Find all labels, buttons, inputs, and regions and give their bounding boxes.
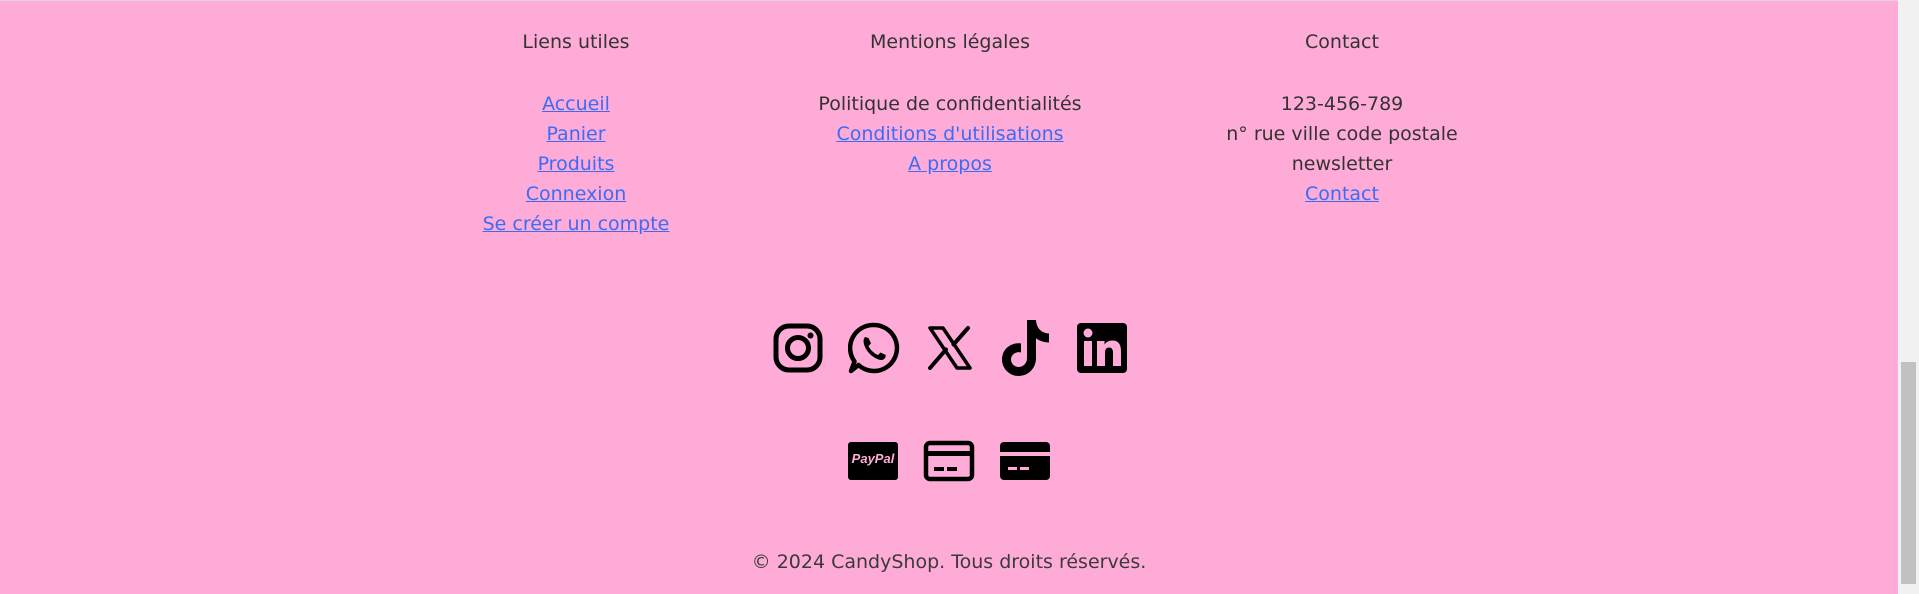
link-list: Accueil Panier Produits Connexion Se cré… bbox=[386, 92, 766, 242]
link-about[interactable]: A propos bbox=[908, 153, 992, 175]
link-accueil[interactable]: Accueil bbox=[542, 93, 610, 115]
newsletter-text: newsletter bbox=[1291, 153, 1393, 175]
x-icon[interactable] bbox=[922, 318, 978, 378]
scrollbar-thumb[interactable] bbox=[1901, 362, 1916, 584]
link-terms[interactable]: Conditions d'utilisations bbox=[836, 123, 1063, 145]
payment-icons: PayPal bbox=[846, 438, 1056, 484]
phone-number: 123-456-789 bbox=[1280, 93, 1404, 115]
link-list: Politique de confidentialités Conditions… bbox=[760, 92, 1140, 182]
paypal-label: PayPal bbox=[851, 451, 895, 466]
card-icon bbox=[998, 438, 1052, 484]
link-connexion[interactable]: Connexion bbox=[526, 183, 627, 205]
link-produits[interactable]: Produits bbox=[538, 153, 615, 175]
vertical-scrollbar[interactable] bbox=[1898, 0, 1919, 594]
copyright-text: © 2024 CandyShop. Tous droits réservés. bbox=[751, 551, 1147, 573]
link-panier[interactable]: Panier bbox=[546, 123, 605, 145]
instagram-icon[interactable] bbox=[770, 318, 826, 378]
link-create-account[interactable]: Se créer un compte bbox=[483, 213, 670, 235]
tiktok-icon[interactable] bbox=[998, 318, 1054, 378]
column-title: Mentions légales bbox=[870, 31, 1030, 53]
footer: Liens utiles Accueil Panier Produits Con… bbox=[0, 0, 1898, 594]
address: n° rue ville code postale bbox=[1226, 123, 1458, 145]
paypal-icon: PayPal bbox=[846, 438, 900, 484]
top-border bbox=[0, 0, 1898, 1]
credit-card-icon bbox=[922, 438, 976, 484]
column-title: Contact bbox=[1305, 31, 1379, 53]
social-icons bbox=[770, 318, 1130, 380]
contact-list: 123-456-789 n° rue ville code postale ne… bbox=[1152, 92, 1532, 212]
linkedin-icon[interactable] bbox=[1074, 318, 1130, 378]
column-title: Liens utiles bbox=[522, 31, 630, 53]
privacy-policy-text: Politique de confidentialités bbox=[818, 93, 1082, 115]
whatsapp-icon[interactable] bbox=[846, 318, 902, 378]
link-contact[interactable]: Contact bbox=[1305, 183, 1379, 205]
